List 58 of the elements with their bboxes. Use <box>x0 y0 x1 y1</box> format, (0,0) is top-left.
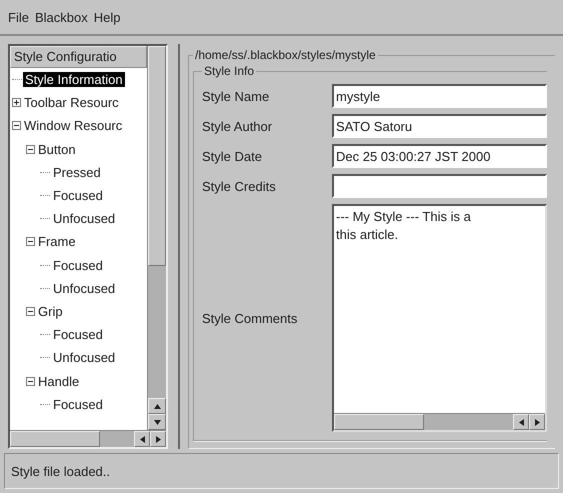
tree-item[interactable]: Pressed <box>51 164 103 180</box>
tree-item[interactable]: Unfocused <box>51 211 118 226</box>
comment-line: --- My Style --- This is a <box>336 208 472 226</box>
scroll-right-button[interactable] <box>529 414 545 430</box>
tree-item[interactable]: Unfocused <box>51 350 118 366</box>
collapse-icon[interactable] <box>26 376 35 386</box>
tree-item[interactable]: Handle <box>36 374 82 389</box>
field-label: Style Credits <box>202 178 277 194</box>
up-arrow-icon <box>154 402 160 410</box>
collapse-icon[interactable] <box>26 144 35 154</box>
right-arrow-icon <box>534 418 540 426</box>
tree-item[interactable]: Focused <box>51 327 105 342</box>
tree-item[interactable]: Toolbar Resourc <box>22 95 121 110</box>
status-text: Style file loaded.. <box>11 464 110 478</box>
tree-item[interactable]: Style Information <box>23 72 125 88</box>
comment-line: this article. <box>336 226 400 244</box>
field-label: Style Name <box>202 88 270 104</box>
menu-item[interactable]: Blackbox <box>34 10 88 24</box>
menu-item[interactable]: File <box>8 10 29 24</box>
group-title: Style Info <box>203 64 256 78</box>
down-arrow-icon <box>154 418 160 426</box>
scrollbar-thumb[interactable] <box>148 46 166 266</box>
tree-item[interactable]: Focused <box>51 396 105 412</box>
scroll-left-button[interactable] <box>134 431 150 447</box>
tree-item[interactable]: Frame <box>36 234 78 250</box>
input-field[interactable]: mystyle <box>332 84 547 108</box>
scroll-left-button[interactable] <box>513 414 529 430</box>
column-header[interactable]: Style Configuratio <box>10 46 147 68</box>
tree-item[interactable]: Unfocused <box>51 280 118 296</box>
scroll-up-button[interactable] <box>148 398 166 414</box>
input-field[interactable]: SATO Satoru <box>332 114 547 138</box>
scrollbar-thumb[interactable] <box>334 414 424 430</box>
field-label: Style Author <box>202 118 274 134</box>
tree-item[interactable]: Focused <box>51 258 105 273</box>
input-field[interactable]: Dec 25 03:00:27 JST 2000 <box>332 144 547 168</box>
scroll-down-button[interactable] <box>148 414 166 430</box>
input-field[interactable] <box>332 174 547 198</box>
tree-item[interactable]: Window Resourc <box>22 118 124 134</box>
collapse-icon[interactable] <box>26 306 35 316</box>
group-title: /home/ss/.blackbox/styles/mystyle <box>194 48 377 62</box>
left-arrow-icon <box>138 436 146 442</box>
left-arrow-icon <box>518 418 524 426</box>
horizontal-scrollbar[interactable] <box>334 413 545 430</box>
vertical-scrollbar[interactable] <box>147 46 166 430</box>
field-label: Style Comments <box>202 310 298 326</box>
scroll-right-button[interactable] <box>150 431 166 447</box>
horizontal-scrollbar[interactable] <box>10 430 166 447</box>
comments-text-area[interactable]: --- My Style --- This is a this article. <box>332 204 547 432</box>
right-arrow-icon <box>154 436 162 442</box>
tree-item[interactable]: Button <box>36 142 78 157</box>
collapse-icon[interactable] <box>12 121 21 130</box>
scrollbar-thumb[interactable] <box>10 431 100 447</box>
collapse-icon[interactable] <box>26 237 35 246</box>
menu-item[interactable]: Help <box>94 10 120 24</box>
tree-item[interactable]: Focused <box>51 188 105 204</box>
field-label: Style Date <box>202 148 263 164</box>
tree-item[interactable]: Grip <box>36 304 65 319</box>
expand-icon[interactable] <box>12 98 21 108</box>
